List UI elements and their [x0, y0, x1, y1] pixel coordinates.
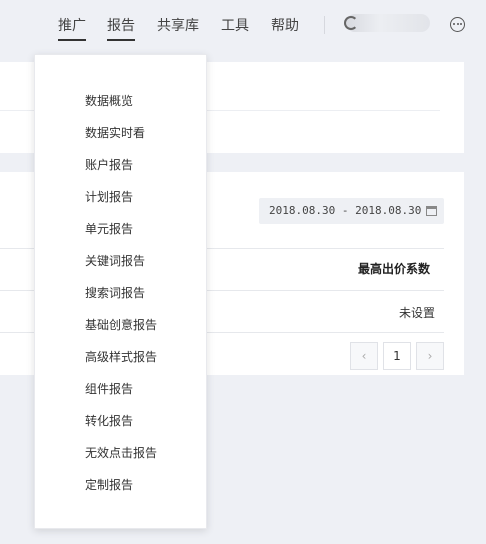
- report-dropdown-menu: 数据概览 数据实时看 账户报告 计划报告 单元报告 关键词报告 搜索词报告 基础…: [34, 54, 207, 529]
- top-navigation: 推广 报告 共享库 工具 帮助: [0, 0, 486, 50]
- more-options-icon[interactable]: [450, 17, 465, 32]
- user-account-blurred[interactable]: [346, 14, 430, 32]
- nav-promotion[interactable]: 推广: [58, 17, 86, 41]
- menu-item-invalid-click-report[interactable]: 无效点击报告: [85, 445, 157, 461]
- date-range-picker[interactable]: 2018.08.30 - 2018.08.30: [259, 198, 444, 224]
- menu-item-conversion-report[interactable]: 转化报告: [85, 413, 133, 429]
- nav-divider: [324, 16, 325, 34]
- menu-item-unit-report[interactable]: 单元报告: [85, 221, 133, 237]
- menu-item-advanced-style-report[interactable]: 高级样式报告: [85, 349, 157, 365]
- menu-item-component-report[interactable]: 组件报告: [85, 381, 133, 397]
- pagination-page-1[interactable]: 1: [383, 342, 411, 370]
- menu-item-account-report[interactable]: 账户报告: [85, 157, 133, 173]
- column-header-max-bid-coefficient[interactable]: 最高出价系数: [358, 260, 430, 277]
- pagination-next-button[interactable]: ›: [416, 342, 444, 370]
- menu-item-keyword-report[interactable]: 关键词报告: [85, 253, 145, 269]
- menu-item-realtime-data[interactable]: 数据实时看: [85, 125, 145, 141]
- menu-item-plan-report[interactable]: 计划报告: [85, 189, 133, 205]
- pagination-prev-button[interactable]: ‹: [350, 342, 378, 370]
- nav-help[interactable]: 帮助: [271, 17, 299, 35]
- nav-tools[interactable]: 工具: [221, 17, 249, 35]
- menu-item-search-term-report[interactable]: 搜索词报告: [85, 285, 145, 301]
- nav-report[interactable]: 报告: [107, 17, 135, 41]
- user-status-icon: [344, 16, 358, 30]
- date-range-text: 2018.08.30 - 2018.08.30: [269, 204, 422, 217]
- menu-item-basic-creative-report[interactable]: 基础创意报告: [85, 317, 157, 333]
- calendar-icon: [426, 206, 437, 216]
- nav-shared-library[interactable]: 共享库: [157, 17, 199, 35]
- menu-item-custom-report[interactable]: 定制报告: [85, 477, 133, 493]
- table-cell-value: 未设置: [399, 306, 436, 320]
- menu-item-data-overview[interactable]: 数据概览: [85, 93, 133, 109]
